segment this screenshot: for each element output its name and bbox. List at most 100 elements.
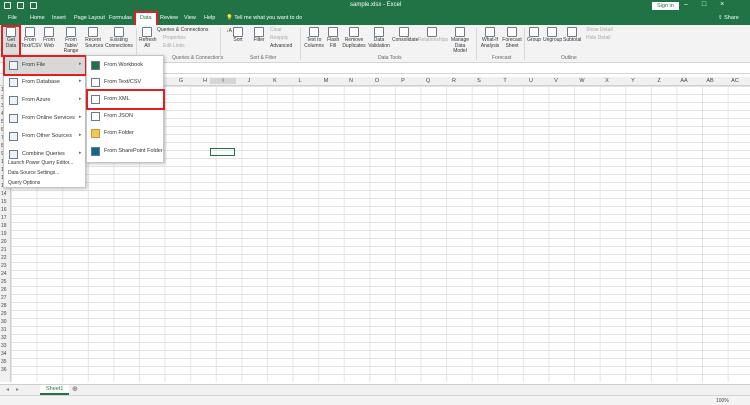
row-header[interactable]: 36 <box>1 367 7 373</box>
column-header[interactable]: Z <box>646 78 672 84</box>
column-header[interactable]: K <box>262 78 288 84</box>
column-header[interactable]: R <box>441 78 467 84</box>
row-header[interactable]: 23 <box>1 263 7 269</box>
tab-insert[interactable]: Insert <box>52 15 66 21</box>
clear-button[interactable]: Clear <box>270 27 282 34</box>
forecast-sheet-button[interactable]: Forecast Sheet <box>502 27 522 49</box>
column-header[interactable]: N <box>338 78 364 84</box>
menu-item-from-xml[interactable]: From XML <box>86 89 165 110</box>
row-header[interactable]: 26 <box>1 287 7 293</box>
column-header[interactable]: AC <box>722 78 748 84</box>
existing-connections-button[interactable]: Existing Connections <box>105 27 133 49</box>
filter-button[interactable]: Filter <box>252 27 266 44</box>
queries-connections-button[interactable]: Queries & Connections <box>157 27 208 34</box>
row-header[interactable]: 34 <box>1 351 7 357</box>
group-button[interactable]: Group <box>527 27 541 44</box>
share-button[interactable]: ⇪ Share <box>718 15 739 21</box>
row-header[interactable]: 22 <box>1 255 7 261</box>
sheet-tab-sheet1[interactable]: Sheet1 <box>40 385 70 395</box>
column-header[interactable]: AB <box>697 78 723 84</box>
tab-data[interactable]: Data <box>134 11 158 27</box>
from-web-button[interactable]: From Web <box>41 27 57 49</box>
ungroup-button[interactable]: Ungroup <box>543 27 562 44</box>
row-header[interactable]: 24 <box>1 271 7 277</box>
column-header[interactable]: T <box>492 78 518 84</box>
tab-home[interactable]: Home <box>30 15 45 21</box>
flash-fill-button[interactable]: Flash Fill <box>327 27 339 49</box>
tab-page-layout[interactable]: Page Layout <box>74 15 105 21</box>
menu-item-from-online-services[interactable]: From Online Services ▸ <box>5 110 85 127</box>
tab-help[interactable]: Help <box>204 15 215 21</box>
row-header[interactable]: 19 <box>1 231 7 237</box>
query-options[interactable]: Query Options <box>8 180 40 186</box>
refresh-all-button[interactable]: Refresh All <box>139 27 157 49</box>
menu-item-from-other-sources[interactable]: From Other Sources ▸ <box>5 128 85 145</box>
row-header[interactable]: 21 <box>1 247 7 253</box>
edit-links-button[interactable]: Edit Links <box>163 43 185 50</box>
selected-cell[interactable] <box>210 148 235 156</box>
text-to-columns-button[interactable]: Text to Columns <box>303 27 325 49</box>
what-if-analysis-button[interactable]: What-If Analysis <box>479 27 501 49</box>
consolidate-button[interactable]: Consolidate <box>392 27 418 44</box>
data-validation-button[interactable]: Data Validation <box>368 27 390 49</box>
column-header[interactable]: L <box>287 78 313 84</box>
advanced-button[interactable]: Advanced <box>270 43 292 50</box>
zoom-level[interactable]: 100% <box>716 398 729 404</box>
row-header[interactable]: 25 <box>1 279 7 285</box>
manage-data-model-button[interactable]: Manage Data Model <box>449 27 471 55</box>
column-header[interactable]: M <box>313 78 339 84</box>
column-header[interactable]: Q <box>415 78 441 84</box>
tab-file[interactable]: File <box>8 15 17 21</box>
menu-item-from-text-csv[interactable]: From Text/CSV <box>88 74 163 91</box>
menu-item-from-database[interactable]: From Database ▸ <box>5 74 85 91</box>
column-header[interactable]: S <box>466 78 492 84</box>
from-table-range-button[interactable]: From Table/ Range <box>59 27 83 55</box>
row-header[interactable]: 32 <box>1 335 7 341</box>
sort-button[interactable]: Sort <box>232 27 244 44</box>
menu-item-from-workbook[interactable]: From Workbook <box>88 57 163 74</box>
menu-item-from-azure[interactable]: From Azure ▸ <box>5 92 85 109</box>
row-header[interactable]: 18 <box>1 223 7 229</box>
column-header[interactable]: J <box>236 78 262 84</box>
add-sheet-icon[interactable]: ⊕ <box>72 385 78 393</box>
minimize-icon[interactable]: – <box>684 1 688 8</box>
save-icon[interactable] <box>4 2 11 9</box>
row-header[interactable]: 27 <box>1 295 7 301</box>
column-header[interactable]: P <box>390 78 416 84</box>
row-header[interactable]: 28 <box>1 303 7 309</box>
tell-me-search[interactable]: 💡 Tell me what you want to do <box>226 15 302 21</box>
row-header[interactable]: 15 <box>1 199 7 205</box>
tab-formulas[interactable]: Formulas <box>109 15 132 21</box>
sheet-nav-left-icon[interactable]: ◂ <box>6 386 9 393</box>
column-header[interactable]: U <box>518 78 544 84</box>
recent-sources-button[interactable]: Recent Sources <box>85 27 103 49</box>
redo-icon[interactable] <box>30 2 37 9</box>
relationships-button[interactable]: Relationships <box>418 27 448 44</box>
data-source-settings[interactable]: Data Source Settings... <box>8 170 59 176</box>
menu-item-from-file[interactable]: From File ▸ <box>3 55 87 76</box>
row-header[interactable]: 30 <box>1 319 7 325</box>
column-header-selected[interactable]: I <box>210 78 236 84</box>
column-header[interactable]: V <box>543 78 569 84</box>
reapply-button[interactable]: Reapply <box>270 35 288 42</box>
sign-in-button[interactable]: Sign in <box>652 2 679 10</box>
row-header[interactable]: 29 <box>1 311 7 317</box>
column-header[interactable]: O <box>364 78 390 84</box>
maximize-icon[interactable]: □ <box>702 1 706 8</box>
row-header[interactable]: 33 <box>1 343 7 349</box>
tab-view[interactable]: View <box>184 15 196 21</box>
undo-icon[interactable] <box>17 2 24 9</box>
close-icon[interactable]: × <box>720 1 724 8</box>
show-detail-button[interactable]: Show Detail <box>586 27 613 34</box>
menu-item-from-json[interactable]: From JSON <box>88 108 163 125</box>
row-header[interactable]: 16 <box>1 207 7 213</box>
menu-item-from-folder[interactable]: From Folder <box>88 125 163 142</box>
launch-power-query-editor[interactable]: Launch Power Query Editor... <box>8 160 73 166</box>
row-header[interactable]: 35 <box>1 359 7 365</box>
remove-duplicates-button[interactable]: Remove Duplicates <box>342 27 366 49</box>
row-header[interactable]: 17 <box>1 215 7 221</box>
row-header[interactable]: 14 <box>1 191 7 197</box>
subtotal-button[interactable]: Subtotal <box>563 27 581 44</box>
sheet-nav-right-icon[interactable]: ▸ <box>16 386 19 393</box>
column-header[interactable]: G <box>168 78 194 84</box>
